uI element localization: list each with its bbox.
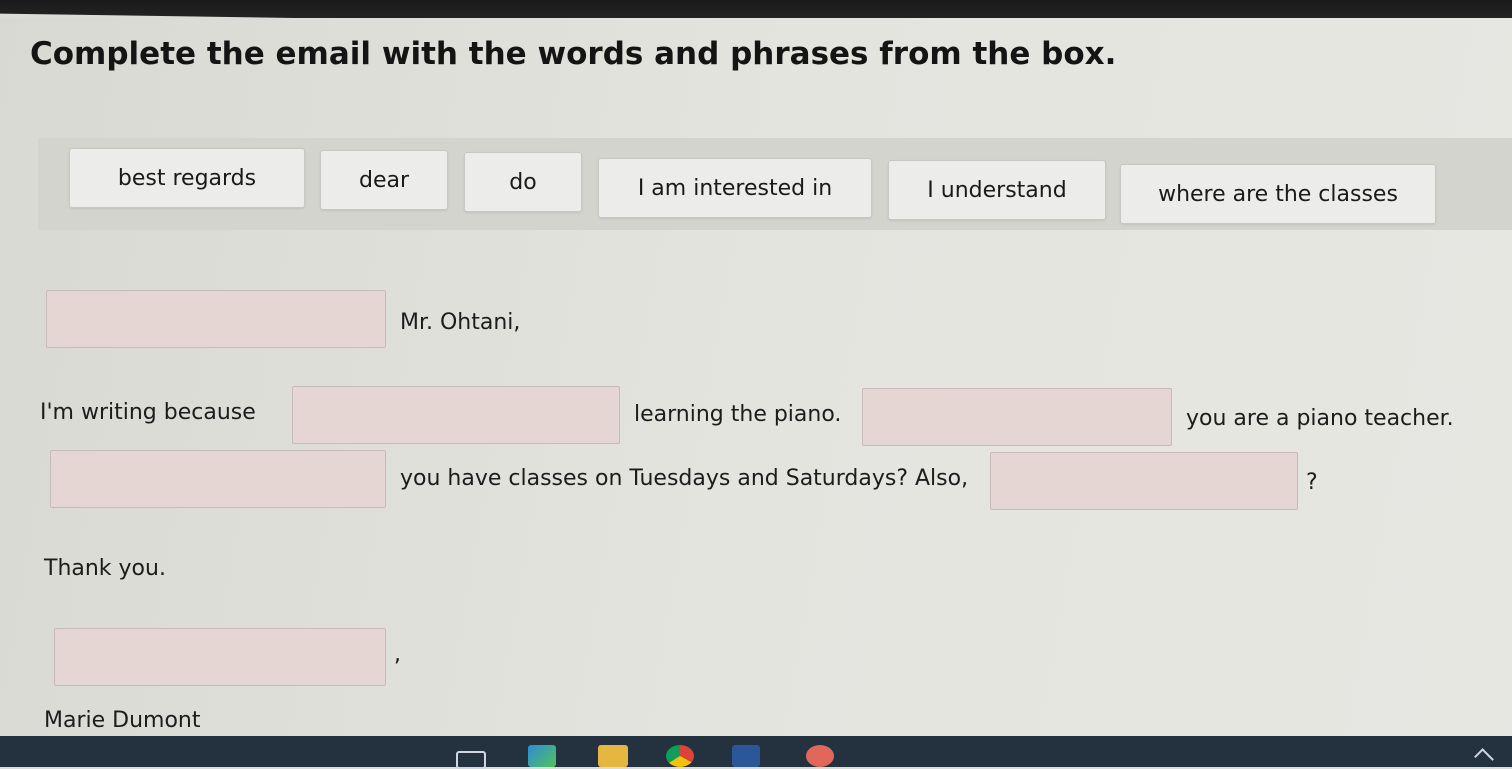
question-mark-text: ? xyxy=(1306,470,1318,495)
edge-icon[interactable] xyxy=(528,745,556,767)
task-view-icon[interactable] xyxy=(456,751,486,769)
word-chip-i-am-interested-in[interactable]: I am interested in xyxy=(598,158,872,218)
blank-salutation[interactable] xyxy=(46,290,386,348)
salutation-text: Mr. Ohtani, xyxy=(400,310,521,335)
instruction-heading: Complete the email with the words and ph… xyxy=(30,36,1117,72)
line1-start-text: I'm writing because xyxy=(40,400,256,425)
exercise-page: Complete the email with the words and ph… xyxy=(0,18,1512,736)
thanks-text: Thank you. xyxy=(44,556,166,581)
word-chip-i-understand[interactable]: I understand xyxy=(888,160,1106,220)
word-icon[interactable] xyxy=(732,745,760,767)
blank-2[interactable] xyxy=(862,388,1172,446)
line1-mid-text: learning the piano. xyxy=(634,402,842,427)
line1-end-text: you are a piano teacher. xyxy=(1186,406,1454,431)
blank-4[interactable] xyxy=(990,452,1298,510)
blank-1[interactable] xyxy=(292,386,620,444)
signature-text: Marie Dumont xyxy=(44,708,201,733)
app-icon[interactable] xyxy=(806,745,834,767)
word-chip-best-regards[interactable]: best regards xyxy=(69,148,305,208)
blank-3[interactable] xyxy=(50,450,386,508)
closing-comma-text: , xyxy=(394,642,401,667)
line2-mid-text: you have classes on Tuesdays and Saturda… xyxy=(400,466,969,491)
word-chip-dear[interactable]: dear xyxy=(320,150,448,210)
blank-closing[interactable] xyxy=(54,628,386,686)
word-chip-do[interactable]: do xyxy=(464,152,582,212)
file-explorer-icon[interactable] xyxy=(598,745,628,767)
chrome-icon[interactable] xyxy=(666,745,694,767)
word-chip-where-are-the-classes[interactable]: where are the classes xyxy=(1120,164,1436,224)
